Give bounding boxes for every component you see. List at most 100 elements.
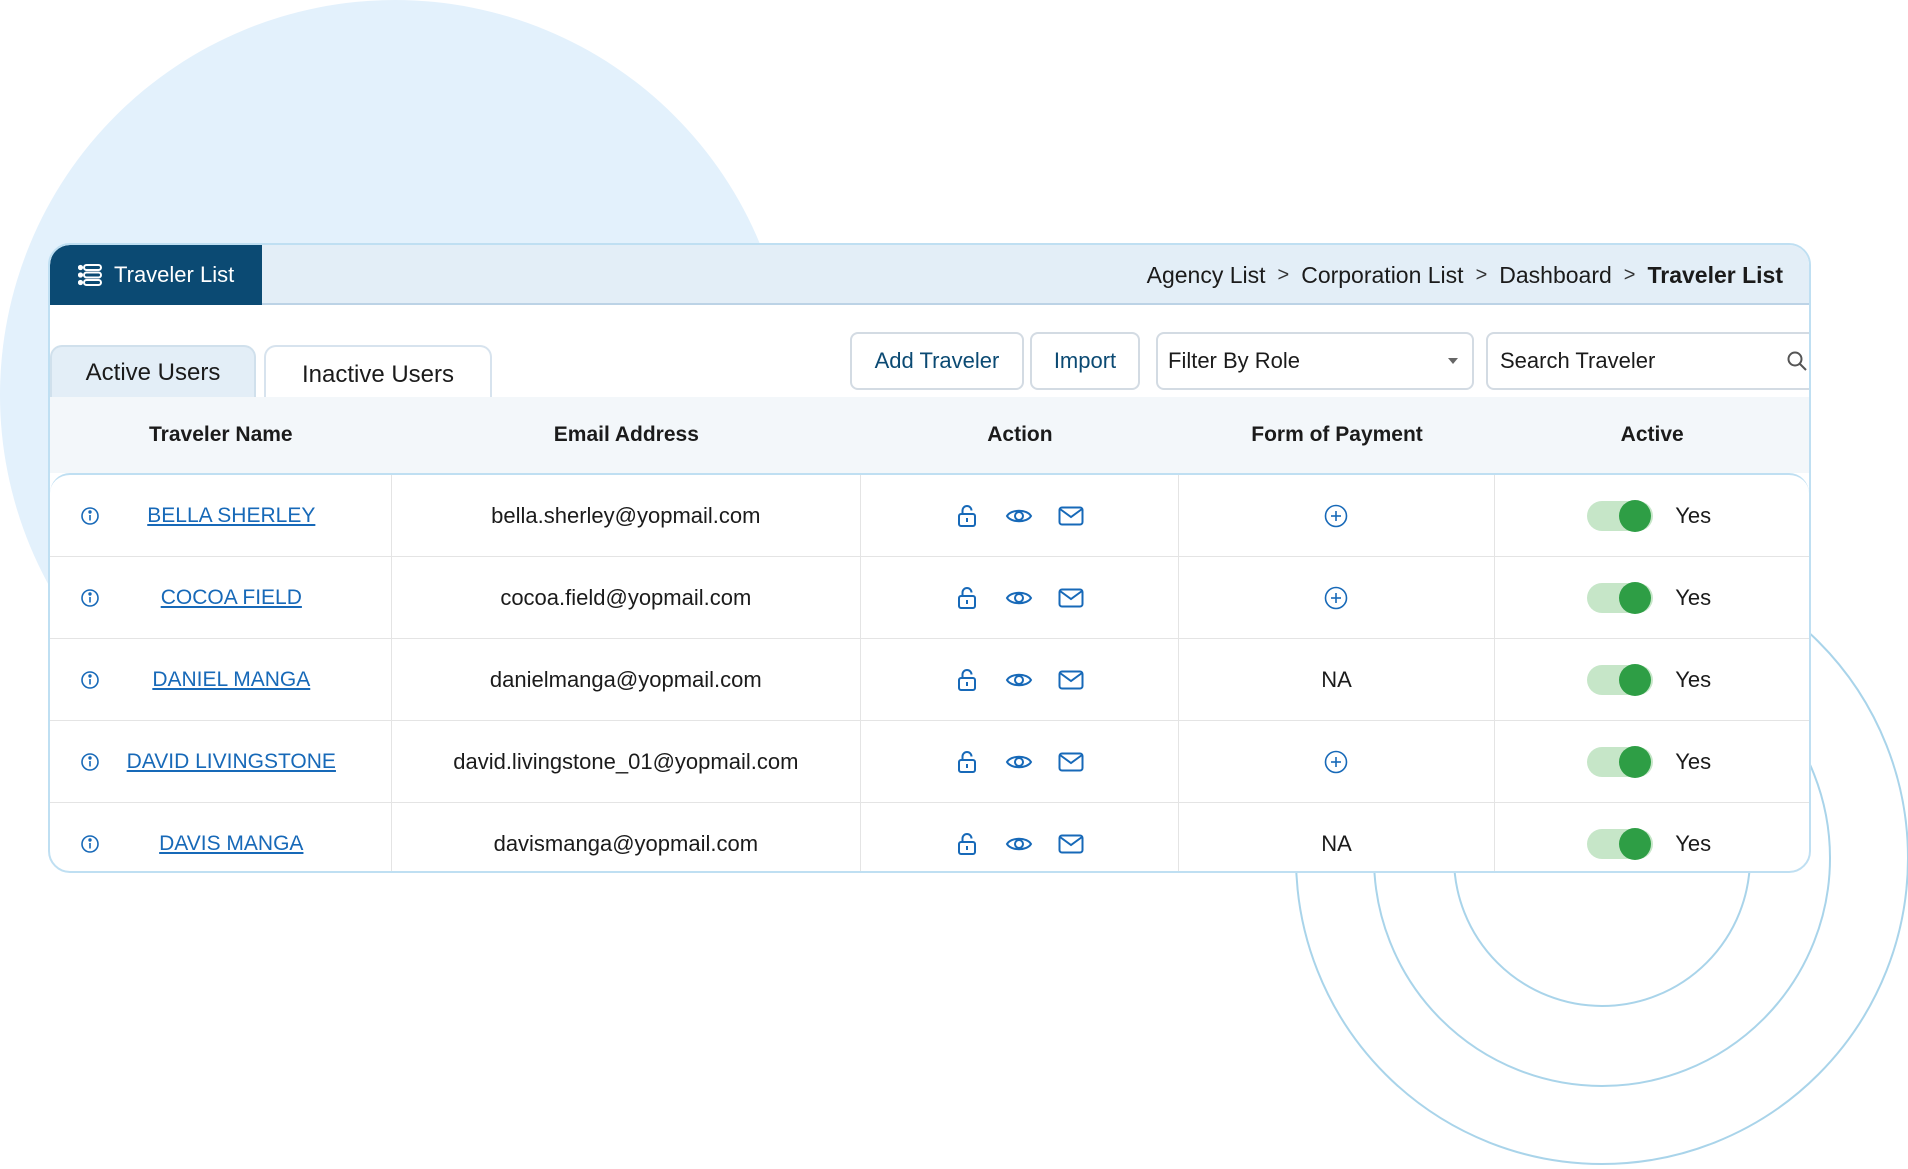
chevron-right-icon: > <box>1475 263 1488 286</box>
table-row: BELLA SHERLEY bella.sherley@yopmail.com <box>50 475 1809 557</box>
table-row: COCOA FIELD cocoa.field@yopmail.com Yes <box>50 557 1809 639</box>
action-cell <box>861 557 1179 638</box>
toggle-knob <box>1619 663 1652 696</box>
info-icon[interactable] <box>80 588 100 608</box>
tab-inactive-users[interactable]: Inactive Users <box>264 345 492 403</box>
traveler-name-link[interactable]: BELLA SHERLEY <box>147 504 315 528</box>
table-header: Traveler Name Email Address Action Form … <box>50 397 1809 473</box>
active-cell: Yes <box>1495 721 1809 802</box>
email-cell: bella.sherley@yopmail.com <box>392 475 862 556</box>
traveler-name-link[interactable]: DAVIS MANGA <box>159 832 303 856</box>
filter-by-role-label: Filter By Role <box>1168 348 1301 373</box>
traveler-name-link[interactable]: DAVID LIVINGSTONE <box>127 750 336 774</box>
table-row: DAVID LIVINGSTONE david.livingstone_01@y… <box>50 721 1809 803</box>
form-of-payment-cell: NA <box>1179 803 1496 871</box>
active-value: Yes <box>1675 666 1712 692</box>
lock-icon[interactable] <box>953 830 981 858</box>
info-icon[interactable] <box>80 752 100 772</box>
active-value: Yes <box>1675 748 1712 774</box>
user-tabs: Active Users Inactive Users <box>50 345 492 405</box>
mail-icon[interactable] <box>1057 666 1085 694</box>
mail-icon[interactable] <box>1057 748 1085 776</box>
traveler-name-cell: DANIEL MANGA <box>50 639 392 720</box>
table-body: BELLA SHERLEY bella.sherley@yopmail.com <box>50 473 1809 871</box>
search-box <box>1486 332 1809 390</box>
action-cell <box>861 475 1179 556</box>
eye-icon[interactable] <box>1005 830 1033 858</box>
active-cell: Yes <box>1495 803 1809 871</box>
active-value: Yes <box>1675 584 1712 610</box>
column-action: Action <box>987 423 1053 446</box>
toggle-knob <box>1619 828 1652 860</box>
action-cell <box>861 721 1179 802</box>
column-email-address: Email Address <box>553 423 699 446</box>
info-icon[interactable] <box>80 506 100 526</box>
traveler-name-cell: DAVID LIVINGSTONE <box>50 721 392 802</box>
email-cell: cocoa.field@yopmail.com <box>392 557 862 638</box>
active-toggle[interactable] <box>1587 499 1654 532</box>
active-toggle[interactable] <box>1587 663 1654 696</box>
traveler-name-link[interactable]: DANIEL MANGA <box>152 668 310 692</box>
form-of-payment-cell <box>1179 557 1496 638</box>
toggle-knob <box>1619 499 1652 532</box>
active-toggle[interactable] <box>1587 581 1654 614</box>
breadcrumb: Agency List > Corporation List > Dashboa… <box>1147 245 1783 305</box>
mail-icon[interactable] <box>1057 830 1085 858</box>
column-active: Active <box>1620 423 1684 446</box>
add-traveler-button[interactable]: Add Traveler <box>850 332 1024 390</box>
plus-circle-icon[interactable] <box>1323 749 1349 775</box>
table-row: DANIEL MANGA danielmanga@yopmail.com NA … <box>50 639 1809 721</box>
search-input[interactable] <box>1500 348 1760 374</box>
active-value: Yes <box>1675 831 1712 856</box>
traveler-name-cell: DAVIS MANGA <box>50 803 392 871</box>
chevron-right-icon: > <box>1277 263 1290 286</box>
lock-icon[interactable] <box>953 502 981 530</box>
lock-icon[interactable] <box>953 748 981 776</box>
breadcrumb-current: Traveler List <box>1647 261 1783 288</box>
plus-circle-icon[interactable] <box>1323 503 1349 529</box>
tab-active-users[interactable]: Active Users <box>50 345 256 403</box>
action-cell <box>861 639 1179 720</box>
info-icon[interactable] <box>80 834 100 854</box>
email-cell: danielmanga@yopmail.com <box>392 639 862 720</box>
filter-by-role-select[interactable]: Filter By Role <box>1156 332 1474 390</box>
panel-title-text: Traveler List <box>114 262 235 287</box>
breadcrumb-dashboard[interactable]: Dashboard <box>1499 262 1612 289</box>
breadcrumb-agency-list[interactable]: Agency List <box>1147 262 1266 289</box>
traveler-name-link[interactable]: COCOA FIELD <box>161 586 302 610</box>
table-row: DAVIS MANGA davismanga@yopmail.com NA Ye… <box>50 803 1809 871</box>
traveler-list-panel: Traveler List Agency List > Corporation … <box>48 243 1811 873</box>
eye-icon[interactable] <box>1005 502 1033 530</box>
traveler-name-cell: BELLA SHERLEY <box>50 475 392 556</box>
toggle-knob <box>1619 745 1652 778</box>
search-icon[interactable] <box>1786 350 1808 372</box>
info-icon[interactable] <box>80 670 100 690</box>
active-toggle[interactable] <box>1587 828 1654 860</box>
payment-value: NA <box>1321 666 1352 692</box>
plus-circle-icon[interactable] <box>1323 585 1349 611</box>
active-toggle[interactable] <box>1587 745 1654 778</box>
lock-icon[interactable] <box>953 584 981 612</box>
form-of-payment-cell: NA <box>1179 639 1496 720</box>
active-value: Yes <box>1675 502 1712 528</box>
traveler-name-cell: COCOA FIELD <box>50 557 392 638</box>
caret-down-icon <box>1448 358 1458 364</box>
column-form-of-payment: Form of Payment <box>1251 423 1423 446</box>
panel-header: Traveler List Agency List > Corporation … <box>50 245 1809 305</box>
panel-title: Traveler List <box>50 245 262 305</box>
mail-icon[interactable] <box>1057 502 1085 530</box>
page: Traveler List Agency List > Corporation … <box>0 0 1908 1169</box>
active-cell: Yes <box>1495 475 1809 556</box>
toolbar: Add Traveler Import Filter By Role <box>850 331 1809 391</box>
mail-icon[interactable] <box>1057 584 1085 612</box>
action-cell <box>861 803 1179 871</box>
breadcrumb-corporation-list[interactable]: Corporation List <box>1301 262 1463 289</box>
form-of-payment-cell <box>1179 721 1496 802</box>
eye-icon[interactable] <box>1005 666 1033 694</box>
email-cell: davismanga@yopmail.com <box>392 803 862 871</box>
import-button[interactable]: Import <box>1030 332 1140 390</box>
eye-icon[interactable] <box>1005 584 1033 612</box>
form-of-payment-cell <box>1179 475 1496 556</box>
eye-icon[interactable] <box>1005 748 1033 776</box>
lock-icon[interactable] <box>953 666 981 694</box>
